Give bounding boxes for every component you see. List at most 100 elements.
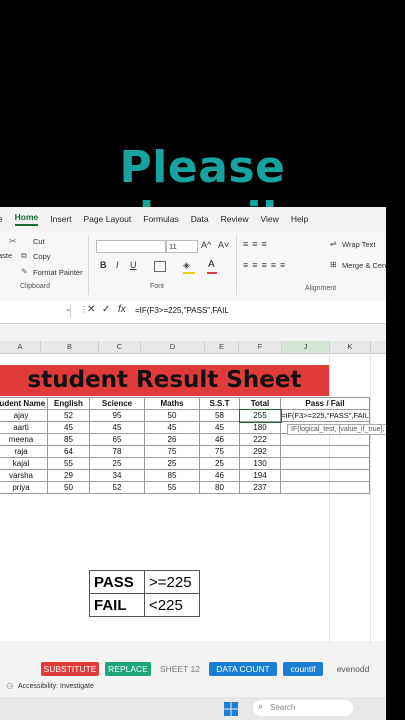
formula-input[interactable]: =IF(F3>=225,"PASS",FAIL	[135, 306, 229, 315]
tab-review[interactable]: Review	[221, 214, 249, 224]
column-header-d[interactable]: D	[141, 341, 205, 353]
cell[interactable]: 292	[239, 445, 281, 458]
windows-start-icon[interactable]	[224, 702, 238, 716]
insert-function-button[interactable]: fx	[118, 304, 126, 315]
cell[interactable]: 25	[144, 457, 200, 470]
cell[interactable]: 255	[238, 408, 282, 423]
accessibility-status[interactable]: Accessibility: Investigate	[18, 683, 94, 690]
cell[interactable]	[280, 457, 370, 470]
cell[interactable]: 45	[199, 421, 240, 434]
column-header-b[interactable]: B	[41, 341, 99, 353]
paste-button[interactable]: aste	[0, 251, 12, 260]
sheet-tab-countif[interactable]: countif	[283, 662, 323, 676]
cell[interactable]	[280, 433, 370, 446]
header-cell[interactable]: Maths	[144, 397, 200, 410]
cell[interactable]: 222	[239, 433, 281, 446]
sheet-tab-replace[interactable]: REPLACE	[105, 662, 151, 676]
column-header-e[interactable]: E	[205, 341, 239, 353]
wrap-text-button[interactable]: Wrap Text	[342, 240, 376, 249]
cancel-icon[interactable]: ✕	[87, 304, 95, 315]
column-header-k[interactable]: K	[330, 341, 371, 353]
tab-page-layout[interactable]: Page Layout	[84, 214, 132, 224]
cell[interactable]: 95	[89, 409, 145, 422]
borders-icon[interactable]	[154, 261, 166, 272]
tab-help[interactable]: Help	[291, 214, 308, 224]
cell[interactable]: 58	[199, 409, 240, 422]
legend-value[interactable]: <225	[144, 593, 200, 617]
merge-center-button[interactable]: Merge & Cen	[342, 261, 386, 270]
tab-view[interactable]: View	[261, 214, 279, 224]
underline-button[interactable]: U	[130, 260, 137, 270]
cell[interactable]: 25	[89, 457, 145, 470]
header-cell[interactable]: Science	[89, 397, 145, 410]
cell[interactable]	[280, 469, 370, 482]
format-painter-button[interactable]: Format Painter	[33, 268, 83, 277]
cell[interactable]: 45	[144, 421, 200, 434]
cell[interactable]: 55	[47, 457, 90, 470]
cell[interactable]: 29	[47, 469, 90, 482]
tab-home[interactable]: Home	[14, 212, 39, 226]
cell[interactable]: 55	[144, 481, 200, 494]
sheet-tab-evenodd[interactable]: evenodd	[330, 662, 376, 676]
cell[interactable]: 85	[47, 433, 90, 446]
taskbar-search[interactable]: ⌕ Search	[253, 700, 353, 716]
cell[interactable]	[280, 481, 370, 494]
cut-button[interactable]: Cut	[33, 237, 45, 246]
cell[interactable]: priya	[0, 481, 48, 494]
cell[interactable]: raja	[0, 445, 48, 458]
cell[interactable]: 194	[239, 469, 281, 482]
legend-label[interactable]: PASS	[89, 570, 145, 594]
font-color-icon[interactable]: A	[208, 259, 215, 270]
cell[interactable]: 130	[239, 457, 281, 470]
cell[interactable]: varsha	[0, 469, 48, 482]
column-header-j[interactable]: J	[282, 341, 330, 353]
italic-button[interactable]: I	[116, 260, 119, 270]
font-name-box[interactable]	[96, 240, 166, 253]
cell[interactable]: 52	[47, 409, 90, 422]
cell[interactable]: 50	[47, 481, 90, 494]
bold-button[interactable]: B	[100, 260, 107, 270]
grow-font-button[interactable]: A^	[201, 240, 211, 250]
cell[interactable]: 46	[199, 469, 240, 482]
chevron-down-icon[interactable]: ⌄	[65, 304, 72, 313]
cell[interactable]: 80	[199, 481, 240, 494]
cell[interactable]: 75	[144, 445, 200, 458]
header-cell[interactable]: Total	[239, 397, 281, 410]
tab-file[interactable]: le	[0, 214, 3, 224]
column-header-f[interactable]: F	[239, 341, 282, 353]
header-cell[interactable]: English	[47, 397, 90, 410]
tab-formulas[interactable]: Formulas	[143, 214, 178, 224]
column-header-c[interactable]: C	[99, 341, 141, 353]
check-icon[interactable]: ✓	[102, 304, 110, 315]
cell[interactable]: 180	[239, 421, 281, 434]
legend-value[interactable]: >=225	[144, 570, 200, 594]
cell[interactable]: 26	[144, 433, 200, 446]
cell[interactable]: 34	[89, 469, 145, 482]
cell[interactable]: 64	[47, 445, 90, 458]
cell[interactable]: 65	[89, 433, 145, 446]
tab-data[interactable]: Data	[191, 214, 209, 224]
cell[interactable]: 78	[89, 445, 145, 458]
horizontal-align-icons[interactable]: ≡≡≡≡≡	[243, 260, 289, 270]
legend-label[interactable]: FAIL	[89, 593, 145, 617]
sheet-tab-data-count[interactable]: DATA COUNT	[209, 662, 277, 676]
cell[interactable]: kajal	[0, 457, 48, 470]
cell[interactable]: 45	[47, 421, 90, 434]
cell[interactable]: ajay	[0, 409, 48, 422]
cell[interactable]	[280, 445, 370, 458]
fill-color-icon[interactable]: ◈	[183, 260, 190, 271]
cell[interactable]: aarti	[0, 421, 48, 434]
cell[interactable]: 52	[89, 481, 145, 494]
header-cell[interactable]: Pass / Fail	[280, 397, 370, 410]
shrink-font-button[interactable]: A˅	[218, 240, 229, 250]
cell[interactable]: 237	[239, 481, 281, 494]
vertical-align-icons[interactable]: ≡≡≡	[243, 239, 271, 249]
cell[interactable]: 46	[199, 433, 240, 446]
header-cell[interactable]: S.S.T	[199, 397, 240, 410]
sheet-tab-substitute[interactable]: SUBSTITUTE	[41, 662, 99, 676]
cell[interactable]: 85	[144, 469, 200, 482]
cell[interactable]: 75	[199, 445, 240, 458]
cell[interactable]: 45	[89, 421, 145, 434]
font-size-box[interactable]: 11	[166, 240, 198, 253]
cell[interactable]: meena	[0, 433, 48, 446]
